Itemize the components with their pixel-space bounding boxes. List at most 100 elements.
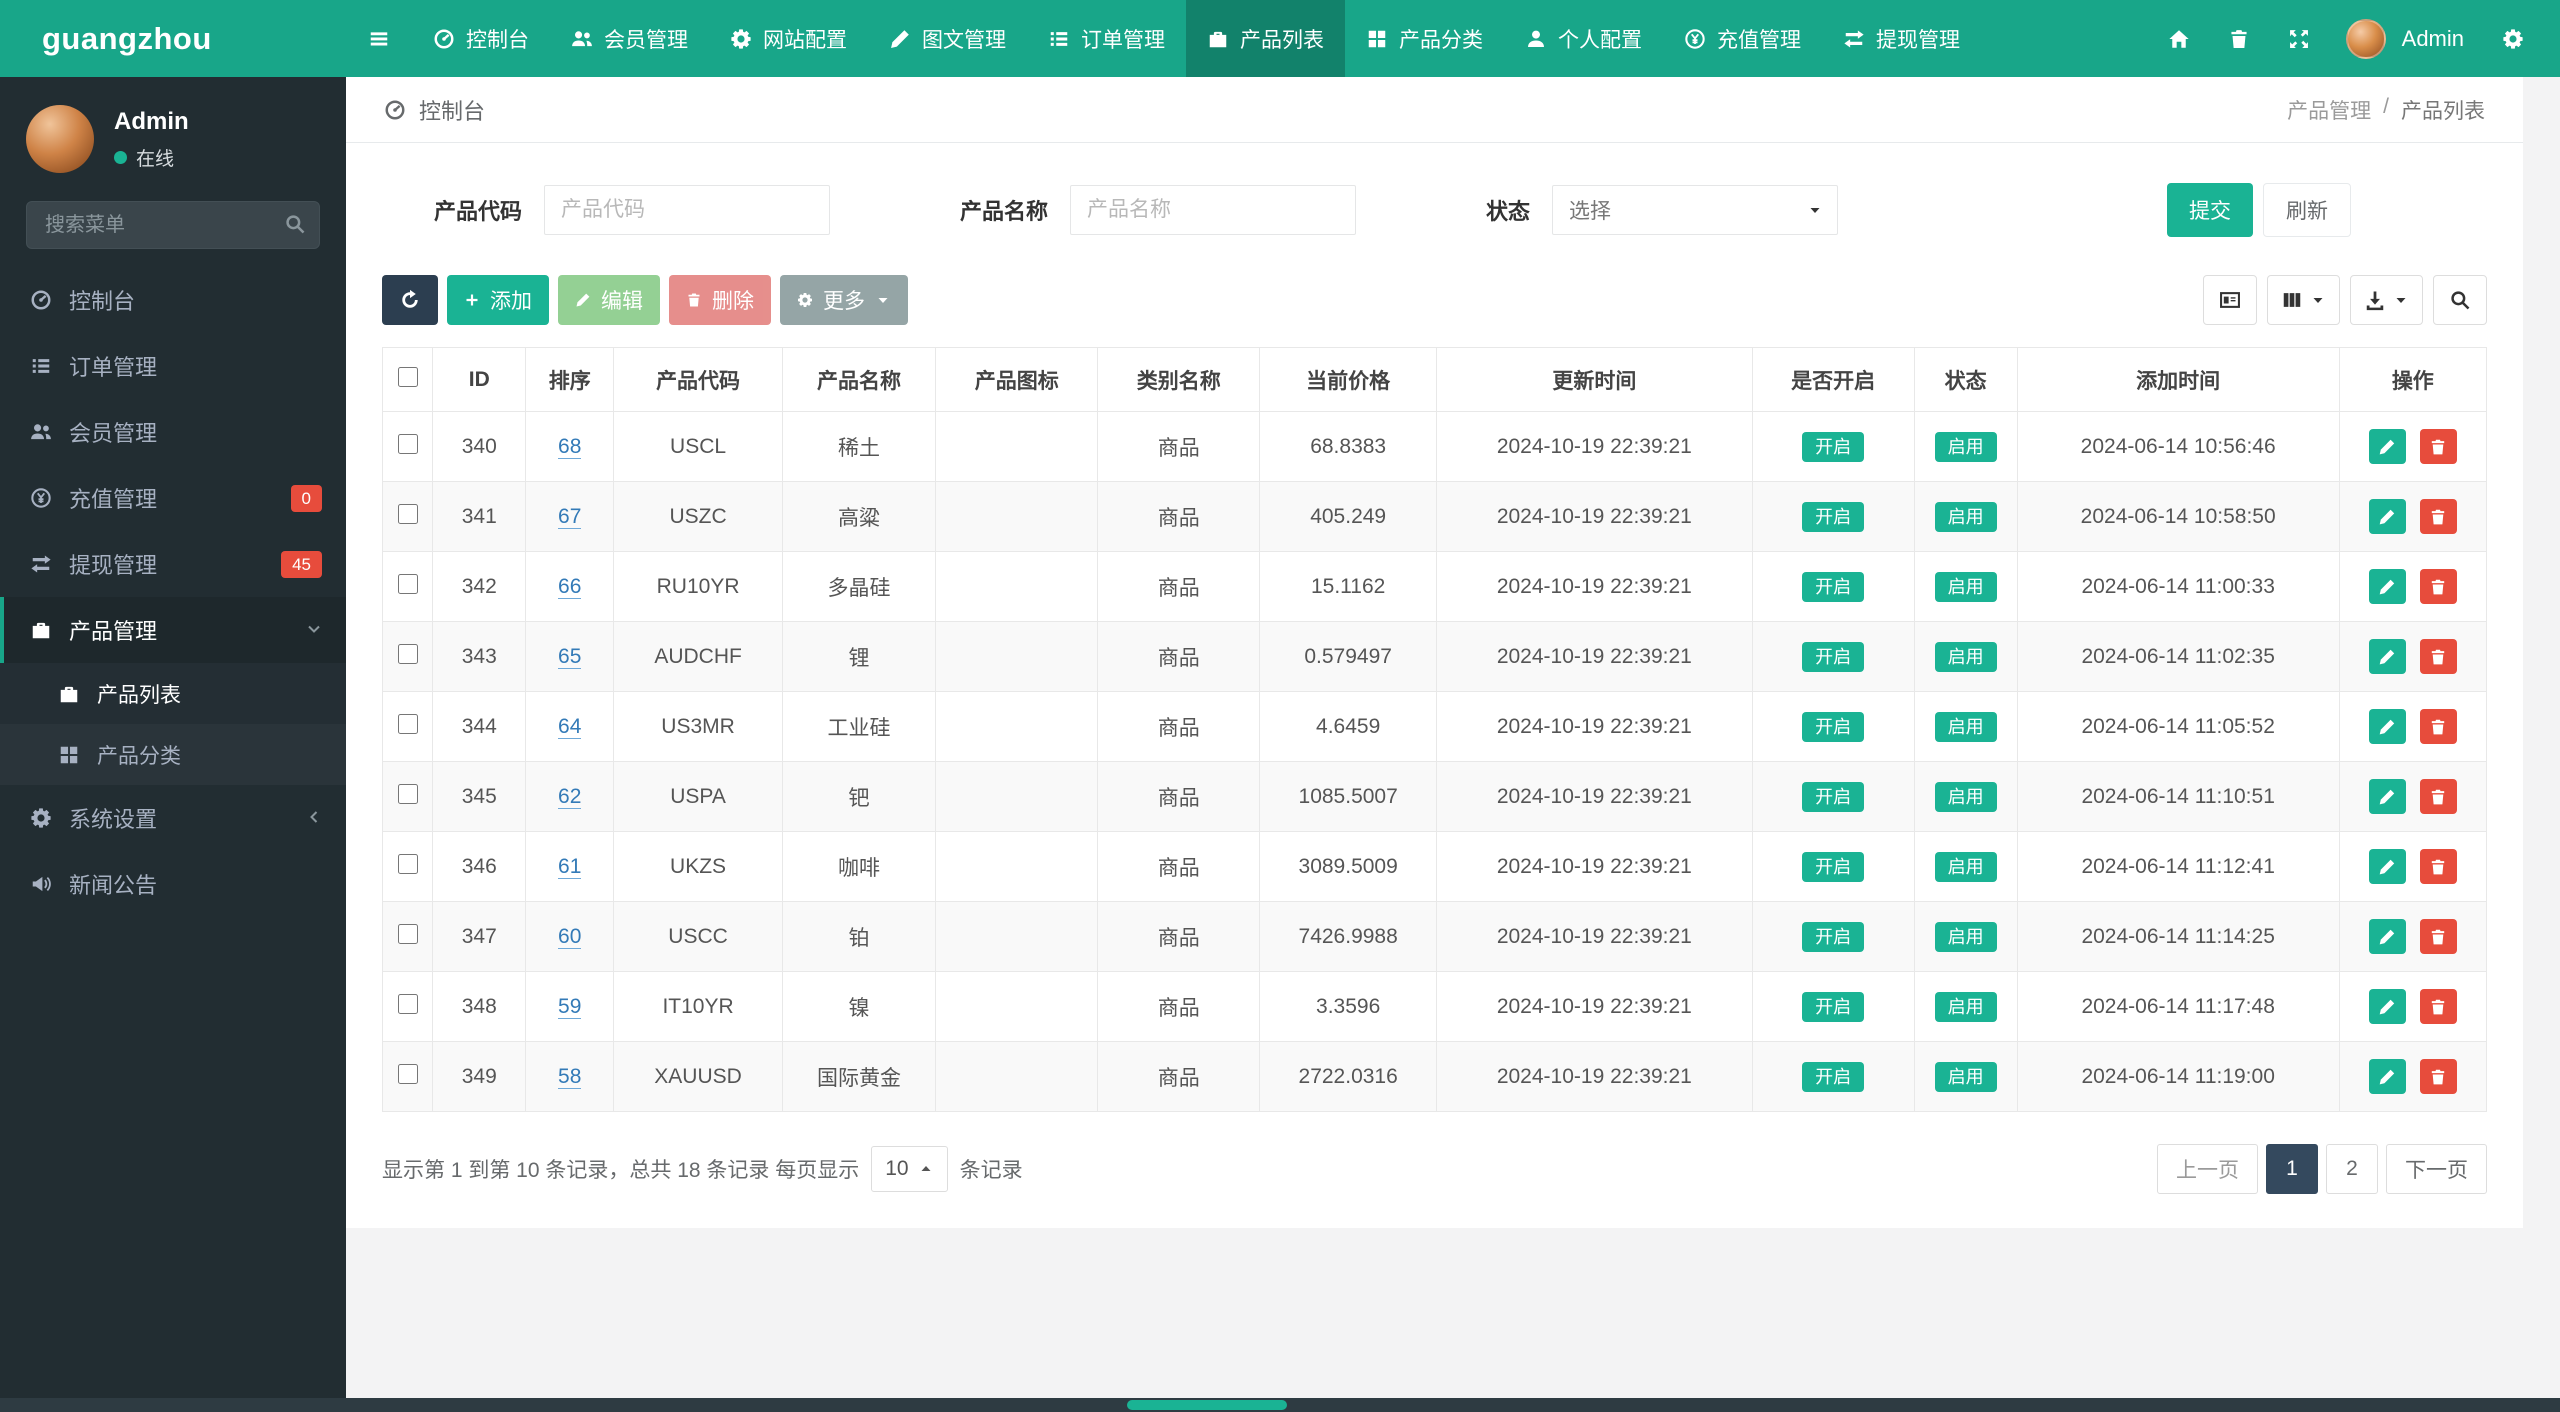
enabled-badge[interactable]: 开启 <box>1802 851 1865 882</box>
avatar[interactable] <box>26 105 94 173</box>
enabled-badge[interactable]: 开启 <box>1802 641 1865 672</box>
nav-item-orders[interactable]: 订单管理 <box>1027 0 1186 77</box>
sort-link[interactable]: 67 <box>558 504 582 529</box>
enabled-badge[interactable]: 开启 <box>1802 921 1865 952</box>
breadcrumb-home[interactable]: 控制台 <box>419 94 485 126</box>
enabled-badge[interactable]: 开启 <box>1802 431 1865 462</box>
row-delete-button[interactable] <box>2419 849 2457 884</box>
row-edit-button[interactable] <box>2368 709 2406 744</box>
card-view-button[interactable] <box>2203 275 2257 325</box>
nav-item-product-category[interactable]: 产品分类 <box>1345 0 1504 77</box>
page-size-select[interactable]: 10 <box>871 1146 948 1192</box>
row-edit-button[interactable] <box>2368 1059 2406 1094</box>
product-name-input[interactable] <box>1070 185 1357 235</box>
status-badge[interactable]: 启用 <box>1934 571 1997 602</box>
row-delete-button[interactable] <box>2419 919 2457 954</box>
row-delete-button[interactable] <box>2419 779 2457 814</box>
row-checkbox[interactable] <box>397 923 418 944</box>
row-delete-button[interactable] <box>2419 639 2457 674</box>
status-badge[interactable]: 启用 <box>1934 991 1997 1022</box>
column-header[interactable]: 排序 <box>525 347 615 412</box>
fullscreen-button[interactable] <box>2272 0 2326 77</box>
sort-link[interactable]: 66 <box>558 574 582 599</box>
avatar[interactable] <box>2345 18 2386 59</box>
sort-link[interactable]: 59 <box>558 994 582 1019</box>
row-delete-button[interactable] <box>2419 1059 2457 1094</box>
column-header[interactable]: 当前价格 <box>1259 347 1438 412</box>
sidebar-item-orders[interactable]: 订单管理 <box>0 333 346 399</box>
column-header[interactable]: 产品名称 <box>781 347 937 412</box>
status-badge[interactable]: 启用 <box>1934 921 1997 952</box>
sidebar-item-members[interactable]: 会员管理 <box>0 399 346 465</box>
row-edit-button[interactable] <box>2368 569 2406 604</box>
nav-item-product-list[interactable]: 产品列表 <box>1186 0 1345 77</box>
clear-cache-button[interactable] <box>2212 0 2266 77</box>
column-header[interactable]: 产品代码 <box>613 347 783 412</box>
row-edit-button[interactable] <box>2368 639 2406 674</box>
sort-link[interactable]: 60 <box>558 924 582 949</box>
table-search-button[interactable] <box>2433 275 2487 325</box>
pagination-prev[interactable]: 上一页 <box>2157 1144 2258 1194</box>
status-badge[interactable]: 启用 <box>1934 851 1997 882</box>
home-button[interactable] <box>2152 0 2206 77</box>
pagination-page-2[interactable]: 2 <box>2326 1144 2378 1194</box>
sidebar-toggle-button[interactable] <box>346 0 412 77</box>
row-checkbox[interactable] <box>397 713 418 734</box>
sidebar-item-product-list[interactable]: 产品列表 <box>0 663 346 724</box>
sidebar-item-news[interactable]: 新闻公告 <box>0 851 346 917</box>
row-delete-button[interactable] <box>2419 569 2457 604</box>
row-delete-button[interactable] <box>2419 499 2457 534</box>
row-checkbox[interactable] <box>397 503 418 524</box>
enabled-badge[interactable]: 开启 <box>1802 781 1865 812</box>
product-code-input[interactable] <box>544 185 831 235</box>
enabled-badge[interactable]: 开启 <box>1802 711 1865 742</box>
sort-link[interactable]: 68 <box>558 434 582 459</box>
row-checkbox[interactable] <box>397 643 418 664</box>
refresh-button[interactable]: 刷新 <box>2263 183 2351 237</box>
sidebar-item-withdraw[interactable]: 提现管理 45 <box>0 531 346 597</box>
column-header[interactable]: 类别名称 <box>1097 347 1261 412</box>
sort-link[interactable]: 64 <box>558 714 582 739</box>
row-edit-button[interactable] <box>2368 429 2406 464</box>
row-edit-button[interactable] <box>2368 499 2406 534</box>
column-header[interactable]: 更新时间 <box>1436 347 1753 412</box>
row-delete-button[interactable] <box>2419 989 2457 1024</box>
status-select[interactable]: 选择 <box>1552 185 1839 235</box>
submit-button[interactable]: 提交 <box>2167 183 2253 237</box>
status-badge[interactable]: 启用 <box>1934 641 1997 672</box>
sort-link[interactable]: 65 <box>558 644 582 669</box>
edit-button[interactable]: 编辑 <box>558 275 660 325</box>
sort-link[interactable]: 62 <box>558 784 582 809</box>
row-delete-button[interactable] <box>2419 429 2457 464</box>
export-button[interactable] <box>2350 275 2423 325</box>
enabled-badge[interactable]: 开启 <box>1802 991 1865 1022</box>
settings-button[interactable] <box>2486 0 2540 77</box>
pagination-next[interactable]: 下一页 <box>2386 1144 2487 1194</box>
row-checkbox[interactable] <box>397 433 418 454</box>
row-edit-button[interactable] <box>2368 779 2406 814</box>
nav-item-recharge[interactable]: 充值管理 <box>1663 0 1822 77</box>
row-checkbox[interactable] <box>397 1063 418 1084</box>
sidebar-item-product-management[interactable]: 产品管理 <box>0 597 346 663</box>
pagination-page-1[interactable]: 1 <box>2266 1144 2318 1194</box>
row-delete-button[interactable] <box>2419 709 2457 744</box>
select-all-checkbox[interactable] <box>397 366 418 387</box>
row-edit-button[interactable] <box>2368 919 2406 954</box>
table-refresh-button[interactable] <box>382 275 438 325</box>
nav-item-withdraw[interactable]: 提现管理 <box>1822 0 1981 77</box>
sort-link[interactable]: 58 <box>558 1064 582 1089</box>
enabled-badge[interactable]: 开启 <box>1802 501 1865 532</box>
navbar-username[interactable]: Admin <box>2402 26 2464 52</box>
column-header[interactable]: 是否开启 <box>1751 347 1915 412</box>
column-header[interactable]: 操作 <box>2338 347 2488 412</box>
menu-search-input[interactable] <box>26 201 320 249</box>
more-button[interactable]: 更多 <box>780 275 908 325</box>
status-badge[interactable]: 启用 <box>1934 1061 1997 1092</box>
status-badge[interactable]: 启用 <box>1934 781 1997 812</box>
sidebar-item-system-settings[interactable]: 系统设置 <box>0 785 346 851</box>
row-checkbox[interactable] <box>397 993 418 1014</box>
menu-search-button[interactable] <box>284 213 306 240</box>
sidebar-item-console[interactable]: 控制台 <box>0 267 346 333</box>
status-badge[interactable]: 启用 <box>1934 501 1997 532</box>
row-checkbox[interactable] <box>397 783 418 804</box>
